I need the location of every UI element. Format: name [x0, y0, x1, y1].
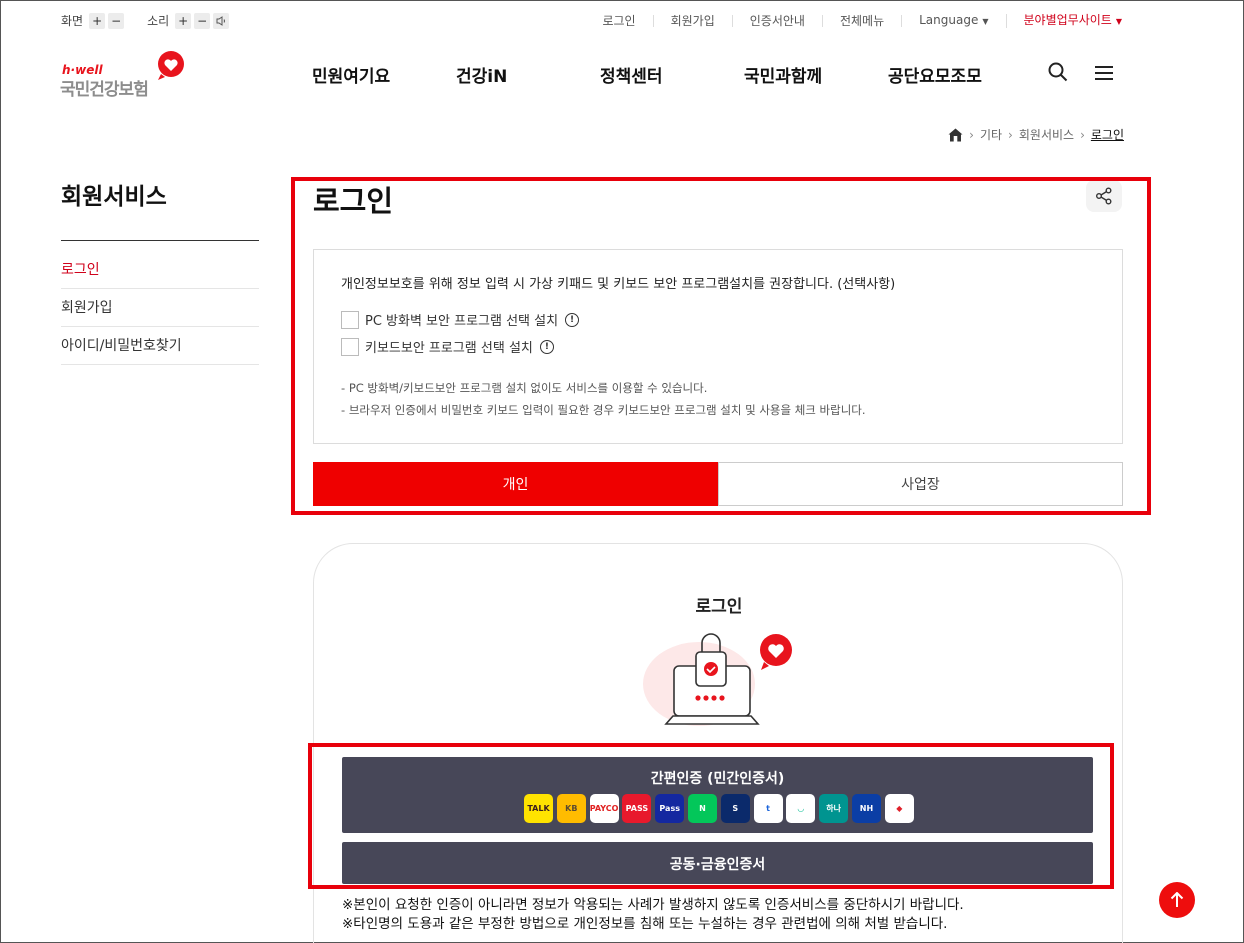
scroll-top-button[interactable]	[1159, 882, 1195, 918]
zoom-in-button[interactable]: +	[89, 12, 106, 29]
util-signup-link[interactable]: 회원가입	[654, 15, 733, 27]
sound-label: 소리	[147, 14, 170, 28]
search-icon[interactable]	[1048, 62, 1068, 82]
highlight-box-notice	[291, 177, 1151, 515]
gnb-minwon[interactable]: 민원여기요	[312, 62, 390, 87]
chevron-right-icon: ›	[969, 127, 974, 142]
chevron-right-icon: ›	[1008, 127, 1013, 142]
breadcrumb-item[interactable]: 회원서비스	[1019, 126, 1074, 143]
util-login-link[interactable]: 로그인	[585, 15, 654, 27]
gnb-policy-center[interactable]: 정책센터	[600, 62, 663, 87]
volume-down-button[interactable]: −	[194, 12, 211, 29]
gnb-nhis-info[interactable]: 공단요모조모	[888, 62, 982, 87]
speaker-icon[interactable]	[213, 12, 230, 29]
caret-down-icon: ▼	[982, 17, 989, 26]
secure-login-illustration-icon	[643, 633, 792, 726]
gnb-with-citizens[interactable]: 국민과함께	[744, 62, 822, 87]
highlight-box-auth	[308, 743, 1114, 889]
warning-text: ※타인명의 도용과 같은 부정한 방법으로 개인정보를 침해 또는 누설하는 경…	[342, 916, 948, 932]
breadcrumb-current[interactable]: 로그인	[1091, 126, 1124, 143]
gnb-health-in[interactable]: 건강iN	[456, 62, 507, 87]
arrow-up-icon	[1170, 892, 1184, 907]
accessibility-controls: 화면 + − 소리 + −	[61, 12, 232, 29]
caret-down-icon: ▼	[1115, 17, 1122, 26]
sidebar-item-find-id-password[interactable]: 아이디/비밀번호찾기	[61, 327, 259, 365]
home-icon[interactable]	[948, 128, 963, 142]
sidebar-item-login[interactable]: 로그인	[61, 251, 259, 289]
login-card-title: 로그인	[695, 597, 743, 617]
breadcrumb-item[interactable]: 기타	[980, 126, 1002, 143]
chevron-right-icon: ›	[1080, 127, 1085, 142]
sidebar-item-signup[interactable]: 회원가입	[61, 289, 259, 327]
business-sites-dropdown[interactable]: 분야별업무사이트 ▼	[1007, 14, 1122, 28]
nhis-logo[interactable]: h·well 국민건강보험	[60, 50, 190, 100]
heart-logo-icon	[158, 51, 184, 80]
util-cert-guide-link[interactable]: 인증서안내	[733, 15, 823, 27]
sidebar-title: 회원서비스	[61, 184, 167, 210]
sidebar-divider	[61, 240, 259, 241]
zoom-out-button[interactable]: −	[108, 12, 125, 29]
warning-text: ※본인이 요청한 인증이 아니라면 정보가 악용되는 사례가 발생하지 않도록 …	[342, 897, 964, 913]
screen-size-label: 화면	[61, 14, 84, 28]
menu-icon[interactable]	[1095, 65, 1113, 81]
volume-up-button[interactable]: +	[175, 12, 192, 29]
language-dropdown[interactable]: Language ▼	[902, 14, 1007, 28]
util-all-menu-link[interactable]: 전체메뉴	[823, 15, 903, 27]
utility-nav: 로그인 회원가입 인증서안내 전체메뉴 Language ▼ 분야별업무사이트 ▼	[585, 14, 1122, 28]
breadcrumb: › 기타 › 회원서비스 › 로그인	[948, 126, 1124, 143]
